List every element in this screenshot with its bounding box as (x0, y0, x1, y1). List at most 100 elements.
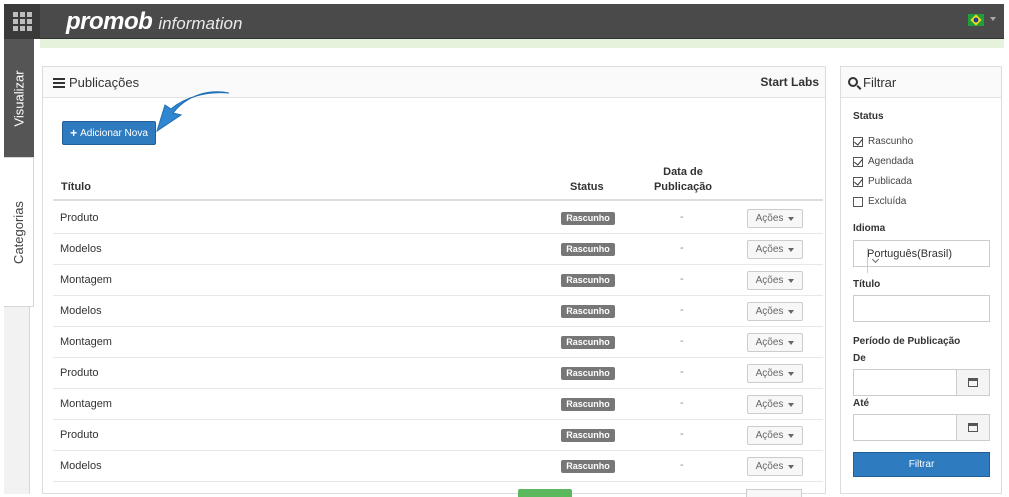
actions-label: Ações (755, 399, 784, 410)
calendar-icon (968, 378, 978, 387)
title-input[interactable] (853, 295, 990, 322)
row-title[interactable]: Modelos (60, 305, 102, 317)
language-select[interactable]: Português(Brasil) (853, 240, 990, 273)
language-label: Idioma (853, 223, 886, 234)
filter-button[interactable]: Filtrar (853, 452, 990, 477)
title-filter-label: Título (853, 279, 881, 290)
column-title[interactable]: Título (61, 181, 91, 193)
actions-dropdown[interactable]: Ações (747, 240, 803, 259)
notification-strip (40, 39, 1004, 48)
table-row: Montagem Rascunho - Ações (53, 327, 823, 358)
actions-label: Ações (755, 337, 784, 348)
apps-menu-button[interactable] (4, 4, 40, 39)
status-badge: Rascunho (561, 398, 615, 411)
checkbox-checked-icon[interactable] (853, 176, 863, 187)
filter-title: Filtrar (863, 74, 897, 90)
tab-categorias-label: Categorias (11, 200, 26, 264)
calendar-button[interactable] (956, 370, 989, 395)
row-title[interactable]: Montagem (60, 336, 112, 348)
row-title[interactable]: Produto (60, 367, 99, 379)
caret-down-icon (788, 309, 795, 314)
table-row: Montagem Rascunho - Ações (53, 389, 823, 420)
row-title[interactable]: Produto (60, 212, 99, 224)
calendar-icon (968, 423, 978, 432)
tab-visualizar-label: Visualizar (11, 69, 27, 127)
table-row: Modelos Rascunho - Ações (53, 234, 823, 265)
publications-list: Produto Rascunho - Ações Modelos Rascunh… (53, 203, 823, 482)
checkbox-unchecked-icon[interactable] (853, 196, 863, 207)
tab-categorias[interactable]: Categorias (4, 157, 34, 307)
caret-down-icon (788, 216, 795, 221)
checkbox-excluida[interactable]: Excluída (853, 196, 906, 207)
caret-down-icon (788, 433, 795, 438)
publications-panel: Publicações Start Labs + Adicionar Nova … (42, 66, 826, 494)
status-badge: Rascunho (561, 305, 615, 318)
actions-label: Ações (755, 430, 784, 441)
chevron-down-icon[interactable] (990, 17, 996, 21)
actions-dropdown[interactable]: Ações (747, 457, 803, 476)
caret-down-icon (788, 464, 795, 469)
column-date-line1: Data de (663, 166, 703, 178)
brazil-flag-icon[interactable] (968, 14, 984, 26)
actions-dropdown[interactable]: Ações (747, 395, 803, 414)
status-badge: Rascunho (561, 367, 615, 380)
add-new-button[interactable]: + Adicionar Nova (62, 121, 156, 145)
actions-dropdown[interactable]: Ações (747, 333, 803, 352)
table-row: Modelos Rascunho - Ações (53, 451, 823, 482)
table-row: Produto Rascunho - Ações (53, 420, 823, 451)
row-title[interactable]: Modelos (60, 460, 102, 472)
publish-date: - (680, 273, 684, 285)
actions-dropdown[interactable]: Ações (747, 271, 803, 290)
chevron-down-icon[interactable] (867, 248, 882, 273)
add-new-label: Adicionar Nova (80, 127, 148, 139)
table-row: Montagem Rascunho - Ações (53, 265, 823, 296)
checkbox-checked-icon[interactable] (853, 136, 863, 147)
actions-dropdown[interactable]: Ações (747, 426, 803, 445)
top-bar: promob information (4, 4, 1004, 39)
to-date-input[interactable] (853, 414, 990, 441)
publish-date: - (680, 211, 684, 223)
plus-icon: + (70, 126, 78, 140)
actions-dropdown-partial[interactable] (746, 489, 802, 497)
status-badge: Rascunho (561, 460, 615, 473)
to-label: Até (853, 398, 870, 409)
row-title[interactable]: Montagem (60, 398, 112, 410)
from-date-input[interactable] (853, 369, 990, 396)
logo-main-text: promob (66, 8, 153, 35)
actions-label: Ações (755, 306, 784, 317)
checkbox-agendada[interactable]: Agendada (853, 156, 914, 167)
actions-dropdown[interactable]: Ações (747, 209, 803, 228)
from-label: De (853, 353, 866, 364)
actions-dropdown[interactable]: Ações (747, 302, 803, 321)
actions-label: Ações (755, 368, 784, 379)
company-name: Start Labs (760, 75, 819, 89)
publish-date: - (680, 366, 684, 378)
checkbox-rascunho[interactable]: Rascunho (853, 136, 913, 147)
tab-visualizar[interactable]: Visualizar (4, 39, 34, 157)
actions-dropdown[interactable]: Ações (747, 364, 803, 383)
checkbox-label: Rascunho (868, 136, 914, 147)
logo-sub-text: information (158, 14, 243, 33)
column-date-line2: Publicação (653, 181, 713, 193)
publish-date: - (680, 428, 684, 440)
column-status[interactable]: Status (570, 181, 604, 193)
column-date[interactable]: Data de Publicação (652, 165, 714, 195)
grid-icon (12, 12, 32, 31)
status-badge-partial (518, 489, 572, 497)
status-badge: Rascunho (561, 429, 615, 442)
publish-date: - (680, 335, 684, 347)
row-title[interactable]: Modelos (60, 243, 102, 255)
pointer-arrow-icon (156, 91, 230, 133)
publish-date: - (680, 304, 684, 316)
checkbox-checked-icon[interactable] (853, 156, 863, 167)
logo: promob information (66, 8, 242, 36)
actions-label: Ações (755, 244, 784, 255)
table-row: Produto Rascunho - Ações (53, 358, 823, 389)
calendar-button[interactable] (956, 415, 989, 440)
status-badge: Rascunho (561, 243, 615, 256)
actions-label: Ações (755, 213, 784, 224)
checkbox-publicada[interactable]: Publicada (853, 176, 912, 187)
row-title[interactable]: Produto (60, 429, 99, 441)
row-title[interactable]: Montagem (60, 274, 112, 286)
checkbox-label: Publicada (868, 176, 912, 187)
